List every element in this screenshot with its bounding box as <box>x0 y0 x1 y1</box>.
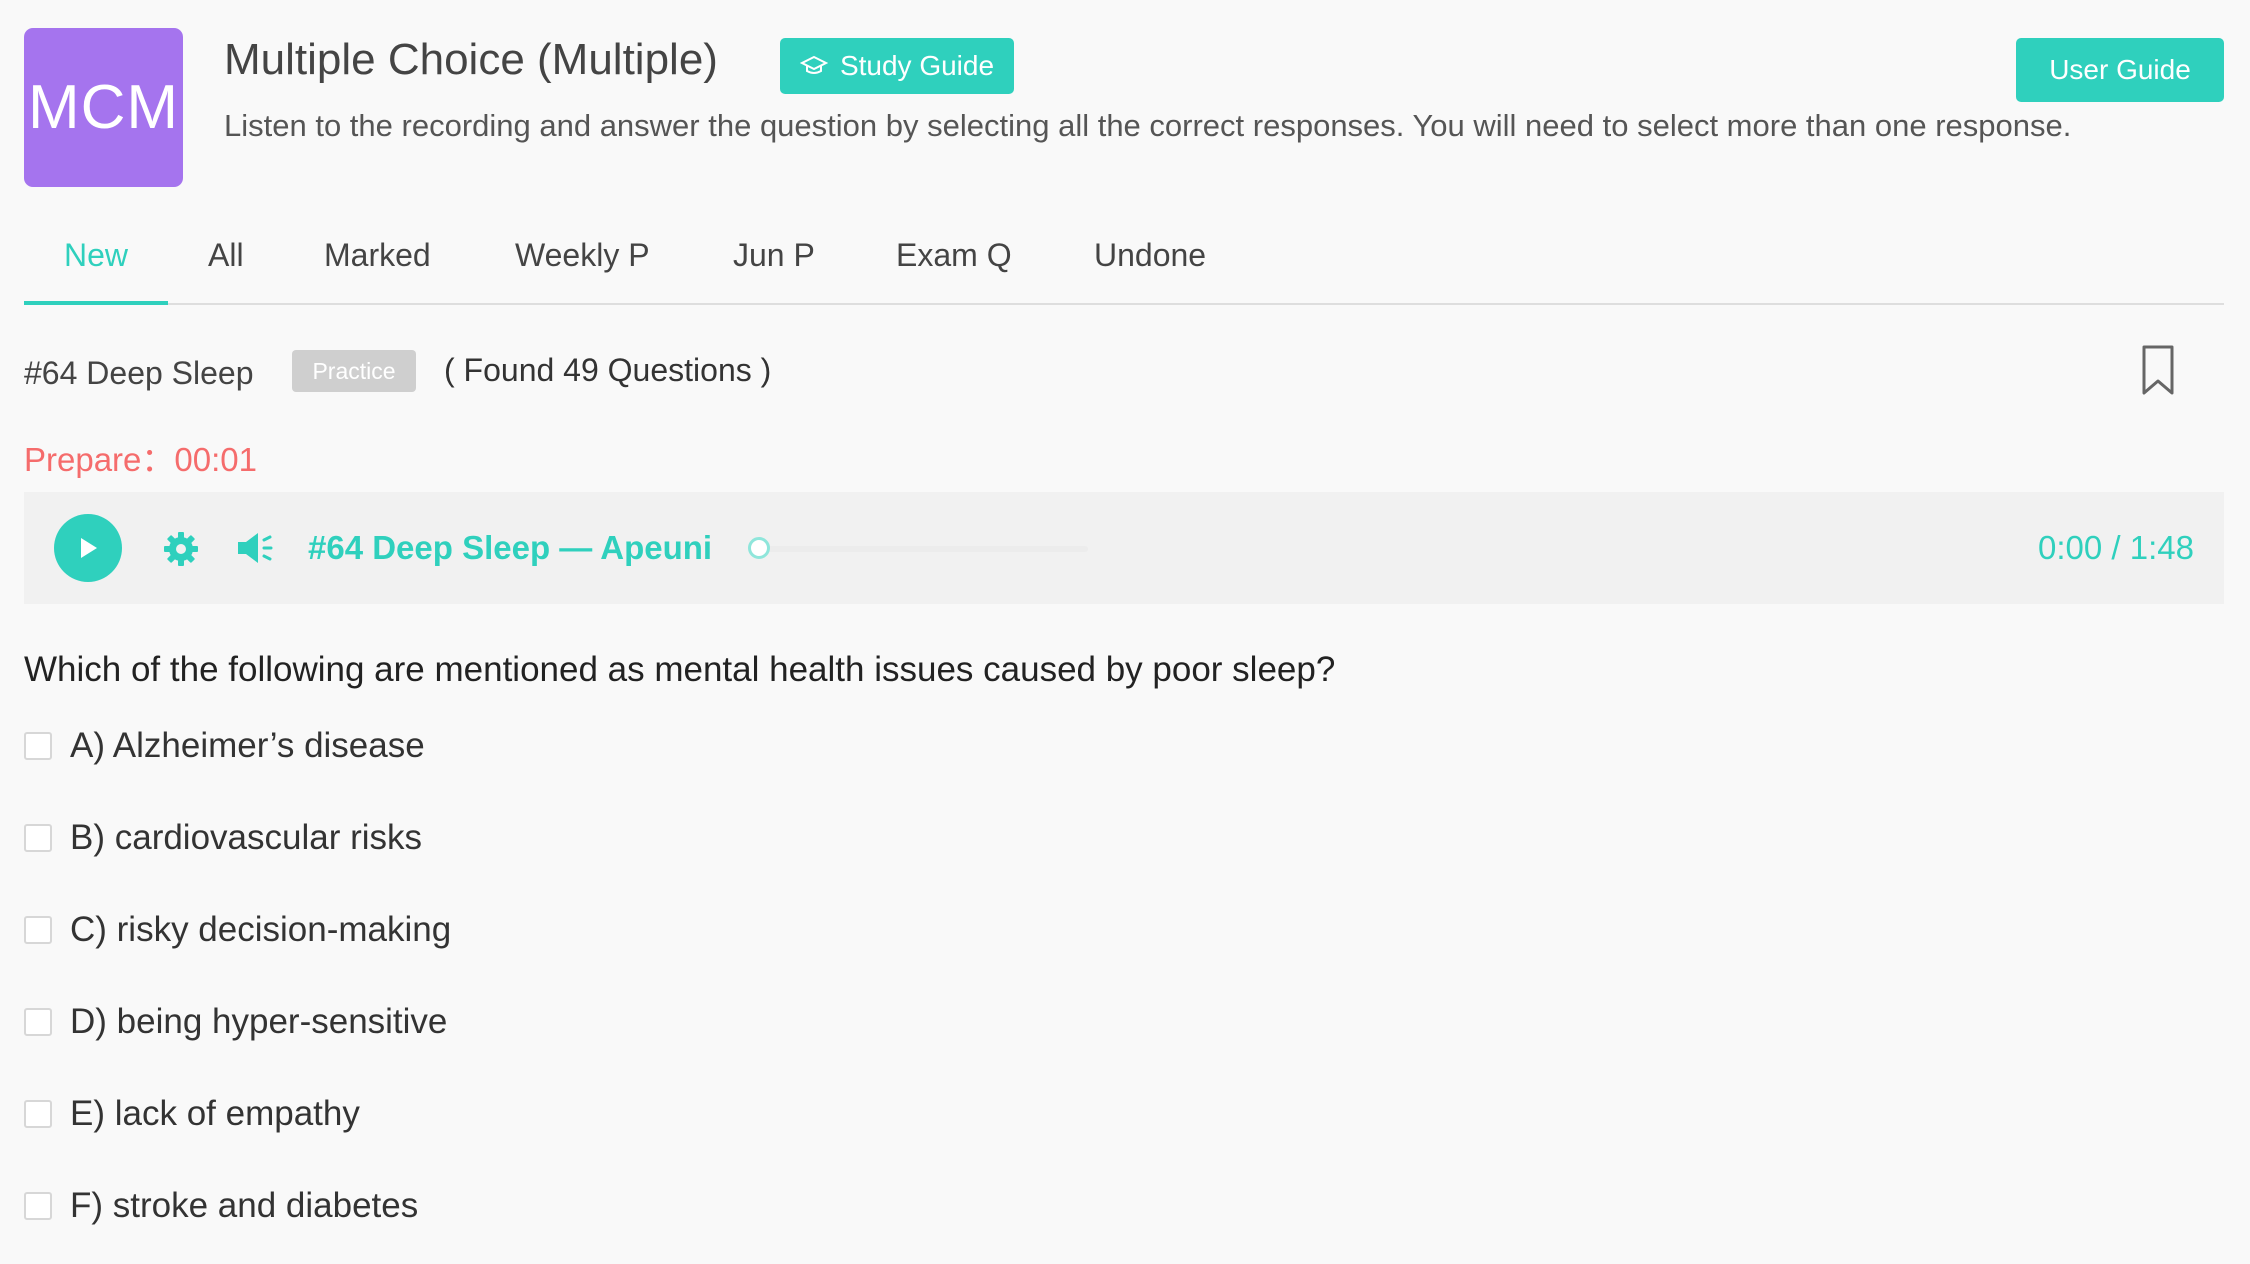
practice-badge: Practice <box>292 350 416 392</box>
speaker-icon[interactable] <box>234 528 276 568</box>
option-checkbox[interactable] <box>24 1192 52 1220</box>
option-label: F) stroke and diabetes <box>70 1186 419 1225</box>
study-guide-label: Study Guide <box>839 50 995 81</box>
task-description: Listen to the recording and answer the q… <box>224 108 2072 143</box>
question-title: #64 Deep Sleep <box>24 355 254 391</box>
prepare-label: Prepare： <box>24 441 175 478</box>
prepare-timer: Prepare：00:01 <box>24 432 257 488</box>
tab-new[interactable]: New <box>24 226 168 305</box>
option-a[interactable]: A) Alzheimer’s disease <box>24 716 425 776</box>
option-checkbox[interactable] <box>24 824 52 852</box>
tab-undone[interactable]: Undone <box>1094 226 1206 303</box>
option-checkbox[interactable] <box>24 1100 52 1128</box>
option-e[interactable]: E) lack of empathy <box>24 1084 360 1144</box>
tab-weekly-p[interactable]: Weekly P <box>515 226 650 303</box>
logo-text: MCM <box>27 73 180 142</box>
tab-all[interactable]: All <box>208 226 244 303</box>
tab-jun-p[interactable]: Jun P <box>733 226 815 303</box>
option-checkbox[interactable] <box>24 916 52 944</box>
option-checkbox[interactable] <box>24 1008 52 1036</box>
option-checkbox[interactable] <box>24 732 52 760</box>
audio-progress-knob[interactable] <box>748 537 770 559</box>
option-label: E) lack of empathy <box>70 1094 360 1133</box>
option-b[interactable]: B) cardiovascular risks <box>24 808 422 868</box>
app-logo: MCM <box>24 28 183 187</box>
page-title: Multiple Choice (Multiple) <box>224 35 718 84</box>
audio-progress-track[interactable] <box>748 546 1088 552</box>
graduation-cap-icon <box>799 55 828 74</box>
tab-bar: New All Marked Weekly P Jun P Exam Q Und… <box>24 226 2224 305</box>
play-icon <box>81 538 97 558</box>
audio-player: #64 Deep Sleep — Apeuni 0:00 / 1:48 <box>24 492 2224 604</box>
tab-exam-q[interactable]: Exam Q <box>896 226 1012 303</box>
question-text: Which of the following are mentioned as … <box>24 650 1336 689</box>
option-label: D) being hyper-sensitive <box>70 1002 448 1041</box>
track-title: #64 Deep Sleep — Apeuni <box>308 529 713 566</box>
user-guide-button[interactable]: User Guide <box>2016 38 2224 102</box>
option-f[interactable]: F) stroke and diabetes <box>24 1176 418 1236</box>
option-d[interactable]: D) being hyper-sensitive <box>24 992 447 1052</box>
gear-icon[interactable] <box>162 530 200 568</box>
audio-time: 0:00 / 1:48 <box>2038 529 2194 566</box>
play-button[interactable] <box>54 514 122 582</box>
found-count: ( Found 49 Questions ) <box>444 352 772 388</box>
tab-marked[interactable]: Marked <box>324 226 431 303</box>
bookmark-icon[interactable] <box>2140 344 2176 396</box>
option-label: B) cardiovascular risks <box>70 818 423 857</box>
option-label: C) risky decision-making <box>70 910 452 949</box>
option-c[interactable]: C) risky decision-making <box>24 900 451 960</box>
prepare-time: 00:01 <box>174 441 257 478</box>
option-label: A) Alzheimer’s disease <box>70 726 425 765</box>
study-guide-button[interactable]: Study Guide <box>780 38 1014 94</box>
